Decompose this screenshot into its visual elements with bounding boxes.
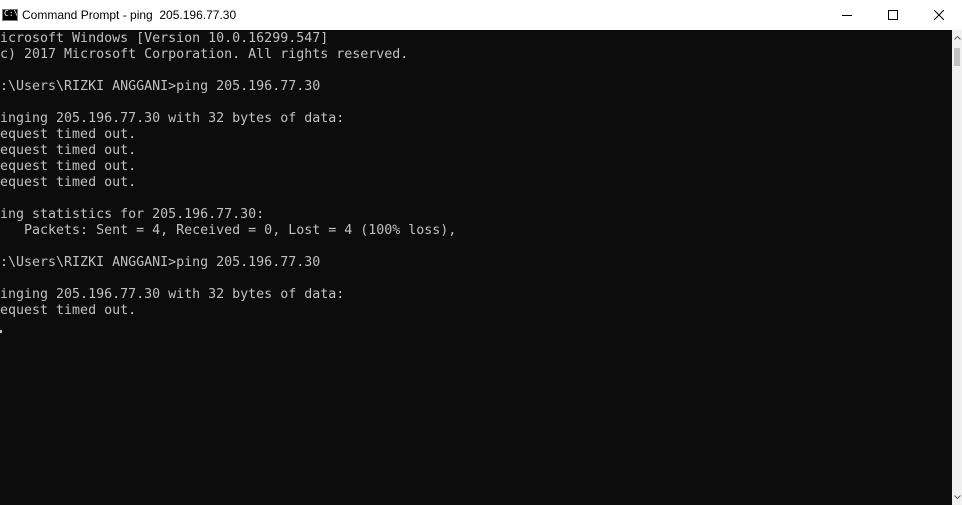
console-line: C:\Users\RIZKI ANGGANI>ping 205.196.77.3… xyxy=(0,255,321,270)
console-line: Request timed out. xyxy=(0,127,137,142)
maximize-button[interactable] xyxy=(870,0,916,30)
console-output[interactable]: Microsoft Windows [Version 10.0.16299.54… xyxy=(0,30,952,505)
console-line: Ping statistics for 205.196.77.30: xyxy=(0,207,265,222)
chevron-down-icon xyxy=(953,495,961,499)
console-line: Packets: Sent = 4, Received = 0, Lost = … xyxy=(0,223,457,238)
scroll-thumb[interactable] xyxy=(954,48,960,66)
scroll-up-button[interactable] xyxy=(952,30,962,46)
console-line: Request timed out. xyxy=(0,175,137,190)
console-lines: Microsoft Windows [Version 10.0.16299.54… xyxy=(0,31,456,319)
app-icon-glyph: C:\ xyxy=(4,9,18,18)
console-line: Microsoft Windows [Version 10.0.16299.54… xyxy=(0,31,329,46)
text-cursor xyxy=(0,330,2,333)
close-icon xyxy=(934,10,944,20)
console-line: Request timed out. xyxy=(0,159,137,174)
vertical-scrollbar[interactable] xyxy=(952,30,962,505)
console-line: Request timed out. xyxy=(0,303,137,318)
minimize-icon xyxy=(842,15,852,16)
window-title: Command Prompt - ping 205.196.77.30 xyxy=(22,8,237,22)
close-button[interactable] xyxy=(916,0,962,30)
console-line: C:\Users\RIZKI ANGGANI>ping 205.196.77.3… xyxy=(0,79,321,94)
console-line: Pinging 205.196.77.30 with 32 bytes of d… xyxy=(0,287,345,302)
minimize-button[interactable] xyxy=(824,0,870,30)
scroll-down-button[interactable] xyxy=(952,489,962,505)
console-line: Pinging 205.196.77.30 with 32 bytes of d… xyxy=(0,111,345,126)
command-prompt-icon[interactable]: C:\ xyxy=(2,9,18,21)
maximize-icon xyxy=(888,10,898,20)
chevron-up-icon xyxy=(953,36,961,40)
window-controls xyxy=(824,0,962,30)
console-line: (c) 2017 Microsoft Corporation. All righ… xyxy=(0,47,409,62)
console-line: Request timed out. xyxy=(0,143,137,158)
title-bar[interactable]: C:\ Command Prompt - ping 205.196.77.30 xyxy=(0,0,962,30)
